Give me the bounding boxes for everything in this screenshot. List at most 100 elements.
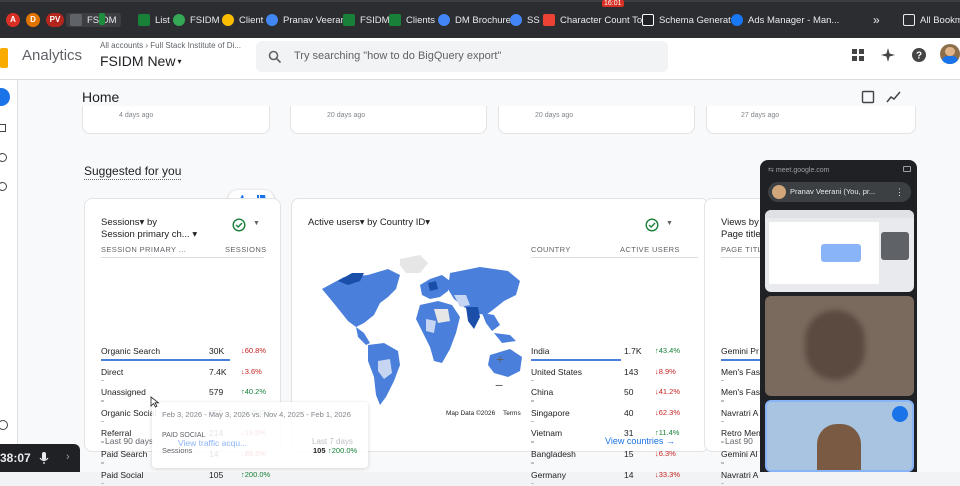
divider	[531, 257, 698, 258]
help-icon[interactable]: ?	[911, 47, 927, 63]
date-range-label[interactable]: Last 90	[725, 436, 753, 446]
left-navigation-rail	[0, 80, 18, 472]
search-placeholder: Try searching "how to do BigQuery export…	[294, 50, 502, 62]
extension-icon[interactable]	[99, 13, 105, 25]
row-divider	[531, 420, 534, 423]
map-greenland[interactable]	[400, 255, 428, 273]
apps-grid-icon[interactable]	[851, 48, 865, 62]
column-header: ACTIVE USERS	[620, 245, 680, 254]
advertising-nav-icon[interactable]	[0, 182, 7, 191]
recording-timer-bar: 38:07 ›	[0, 444, 80, 472]
table-row[interactable]: India 1.7K ↑43.4%	[292, 346, 708, 362]
row-divider	[531, 462, 534, 464]
bookmark-character-count[interactable]: Character Count To...	[543, 13, 650, 27]
card-timestamp: 4 days ago	[119, 112, 154, 119]
row-divider	[721, 420, 724, 423]
top-card[interactable]: 20 days ago	[290, 106, 487, 134]
chart-tooltip: Feb 3, 2026 - May 3, 2026 vs. Nov 4, 202…	[152, 402, 368, 468]
profile-avatar-d[interactable]: D	[26, 13, 40, 27]
table-row[interactable]: Organic Search 30K ↓60.8%	[85, 346, 280, 362]
mouse-cursor-icon	[150, 396, 160, 408]
more-options-icon[interactable]: ⋮	[895, 186, 904, 198]
page-title: Home	[82, 89, 120, 105]
table-row[interactable]: United States 143 ↓8.9%	[292, 367, 708, 383]
admin-gear-icon[interactable]	[0, 420, 8, 430]
home-nav-icon[interactable]	[0, 88, 10, 106]
all-bookmarks[interactable]: All Bookmar	[903, 13, 960, 27]
expand-chevron-icon[interactable]: ›	[66, 451, 70, 463]
row-change: ↓41.2%	[655, 387, 681, 397]
shared-screen-content	[769, 222, 879, 284]
card-title[interactable]: Views by	[721, 217, 759, 228]
drive-icon	[222, 14, 234, 26]
table-row[interactable]: Unassigned 579 ↑40.2%	[85, 387, 280, 403]
card-dimension-selector[interactable]: Page title	[721, 229, 761, 240]
bookmarks-overflow-button[interactable]: »	[873, 13, 880, 27]
bookmark-schema-generator[interactable]: Schema Generator	[642, 13, 739, 27]
bookmark-client[interactable]: Client	[222, 13, 263, 27]
insights-icon[interactable]	[886, 90, 902, 104]
sheets-icon	[389, 14, 401, 26]
account-avatar[interactable]	[940, 44, 960, 64]
row-label: Paid Social	[101, 469, 144, 480]
row-label: Gemini Pr	[721, 346, 759, 356]
row-change: ↑40.2%	[241, 387, 267, 397]
card-title[interactable]: Sessions▾ by	[101, 217, 157, 228]
card-timestamp: 27 days ago	[741, 112, 780, 119]
table-row[interactable]: China 50 ↓41.2%	[292, 387, 708, 403]
map-central-america[interactable]	[356, 327, 370, 345]
row-label: United States	[531, 366, 583, 377]
bookmark-fsidm[interactable]: FSIDM	[173, 13, 220, 27]
site-icon	[642, 14, 654, 26]
bookmark-label: SS	[527, 14, 540, 26]
profile-avatar-pv[interactable]: PV	[46, 13, 64, 27]
map-indonesia[interactable]	[494, 333, 516, 343]
edit-icon[interactable]	[861, 90, 875, 104]
card-title[interactable]: Active users▾ by Country ID▾	[308, 217, 430, 228]
bookmark-list[interactable]: List	[138, 13, 170, 27]
bookmark-pranav-veerani[interactable]: Pranav Veerani	[266, 13, 348, 27]
top-card[interactable]: 27 days ago	[706, 106, 916, 134]
search-bar[interactable]: Try searching "how to do BigQuery export…	[256, 41, 668, 72]
breadcrumb[interactable]: All accounts › Full Stack Institute of D…	[100, 41, 241, 50]
table-row[interactable]: Direct 7.4K ↓3.6%	[85, 367, 280, 383]
participant-chip[interactable]: Pranav Veerani (You, pr... ⋮	[768, 182, 911, 202]
chevron-down-icon: ▾	[177, 56, 182, 66]
meet-picture-in-picture[interactable]: ⇆ meet.google.com Pranav Veerani (You, p…	[760, 160, 917, 472]
map-india[interactable]	[466, 307, 480, 329]
bookmark-tab-fsidm[interactable]: FSIDM	[66, 13, 121, 27]
participant-video-tile[interactable]	[765, 296, 914, 396]
top-card[interactable]: 20 days ago	[498, 106, 695, 134]
reports-nav-icon[interactable]	[0, 124, 6, 132]
bookmark-ss[interactable]: SS	[510, 13, 540, 27]
bookmark-dm-brochure[interactable]: DM Brochure	[438, 13, 511, 27]
top-card[interactable]: 4 days ago	[82, 106, 270, 134]
row-divider	[531, 441, 534, 443]
explore-nav-icon[interactable]	[0, 153, 7, 162]
row-change: ↓6.3%	[655, 449, 676, 458]
view-countries-link[interactable]: View countries →	[605, 436, 675, 446]
card-dimension-selector[interactable]: Session primary ch... ▾	[101, 229, 197, 240]
browser-bookmarks-bar: A D PV FSIDM List FSIDM Client Pranav Ve…	[0, 0, 960, 38]
property-selector[interactable]: FSIDM New ▾	[100, 53, 181, 69]
chevron-down-icon[interactable]: ▼	[253, 220, 260, 227]
date-range-label[interactable]: Last 90 days	[105, 436, 153, 446]
exit-pip-icon[interactable]	[903, 166, 911, 172]
sparkle-icon[interactable]	[880, 47, 896, 63]
map-asia[interactable]	[448, 267, 520, 315]
bookmark-ads-manager[interactable]: Ads Manager - Man...	[731, 13, 839, 27]
search-icon	[268, 50, 282, 64]
profile-avatar-a[interactable]: A	[6, 13, 20, 27]
check-circle-icon[interactable]	[645, 218, 659, 232]
map-southeast-asia[interactable]	[482, 313, 500, 331]
self-video-tile[interactable]	[765, 400, 914, 472]
screen-share-tile[interactable]	[765, 210, 914, 292]
bookmark-fsidm-sheet[interactable]: FSIDM	[343, 13, 390, 27]
check-circle-icon[interactable]	[232, 218, 246, 232]
row-value: 105	[209, 469, 224, 480]
microphone-icon[interactable]	[39, 451, 49, 465]
product-name: Analytics	[22, 47, 83, 64]
row-value: 579	[209, 387, 224, 398]
bookmark-clients[interactable]: Clients	[389, 13, 435, 27]
chevron-down-icon[interactable]: ▼	[666, 220, 673, 227]
